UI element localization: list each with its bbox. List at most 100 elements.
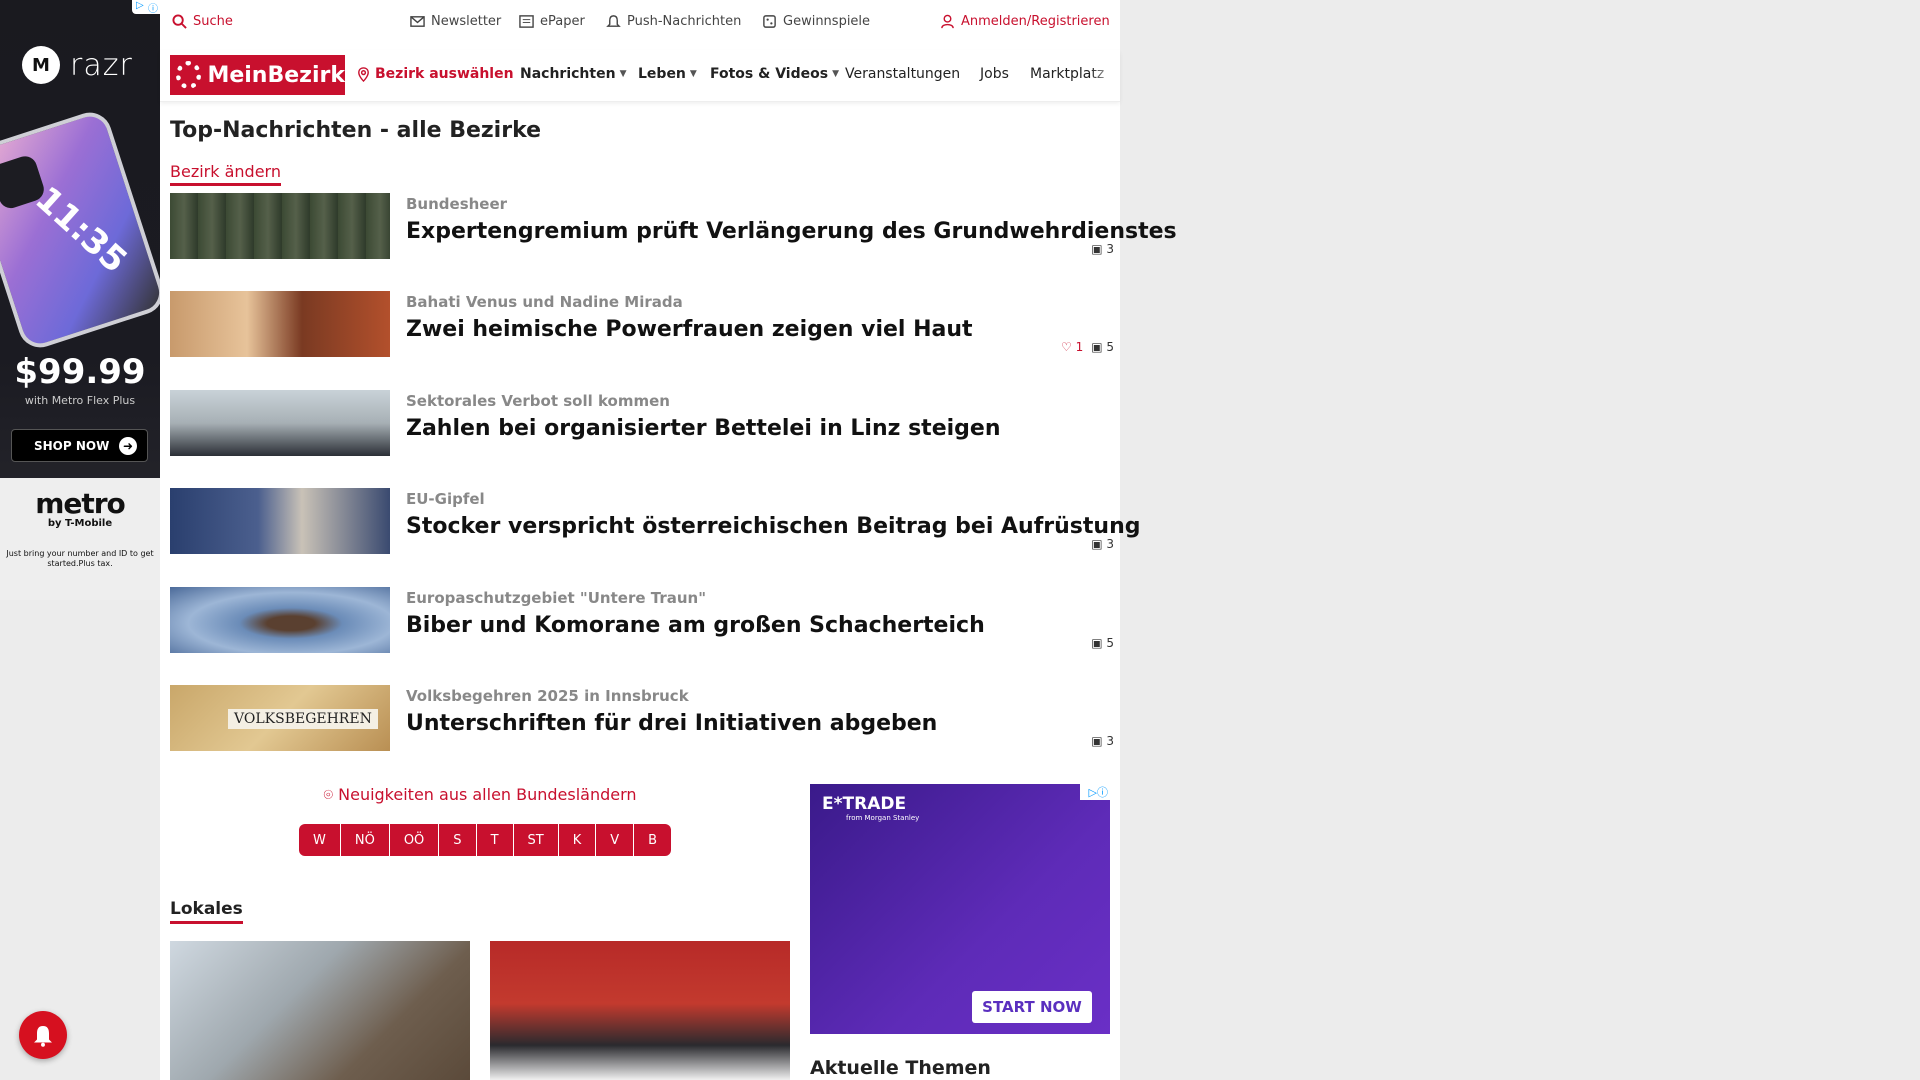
article-headline[interactable]: Zwei heimische Powerfrauen zeigen viel H…	[406, 317, 973, 342]
etrade-sub: from Morgan Stanley	[846, 814, 920, 822]
gewinnspiele-link[interactable]: Gewinnspiele	[762, 14, 870, 29]
nav-jobs[interactable]: Jobs	[980, 66, 1009, 82]
shop-now-label: SHOP NOW	[34, 438, 110, 453]
media-badge: ♡ 1 ▣ 5	[1054, 337, 1120, 357]
location-pin-icon: ⌾	[323, 785, 339, 804]
region-v[interactable]: V	[596, 824, 635, 856]
article-item[interactable]: ▣ 3 EU-Gipfel Stocker verspricht österre…	[170, 488, 1140, 554]
nav-fotos-videos[interactable]: Fotos & Videos ▼	[710, 66, 839, 82]
like-count-value: 1	[1075, 340, 1084, 354]
newspaper-icon	[519, 15, 534, 28]
image-count: ▣ 5	[1091, 340, 1114, 354]
nav-veranstaltungen[interactable]: Veranstaltungen	[845, 66, 960, 82]
adchoices-icon[interactable]: ▷ⓘ	[132, 0, 160, 15]
shop-now-button[interactable]: SHOP NOW ➜	[11, 429, 148, 462]
region-w[interactable]: W	[299, 824, 341, 856]
article-item[interactable]: ♡ 1 ▣ 5 Bahati Venus und Nadine Mirada Z…	[170, 291, 1120, 357]
article-thumbnail	[170, 291, 390, 357]
ad-brand: M razr	[22, 46, 133, 84]
user-icon	[941, 14, 954, 29]
newsletter-link[interactable]: Newsletter	[410, 14, 501, 29]
epaper-link[interactable]: ePaper	[519, 14, 585, 29]
lokales-heading: Lokales	[170, 899, 243, 924]
article-thumbnail	[170, 488, 390, 554]
article-headline[interactable]: Unterschriften für drei Initiativen abge…	[406, 711, 937, 736]
image-count-value: 3	[1106, 242, 1114, 256]
ad-fine-print: Just bring your number and ID to get sta…	[6, 549, 154, 568]
page-title: Top-Nachrichten - alle Bezirke	[170, 118, 542, 143]
region-t[interactable]: T	[477, 824, 514, 856]
nav-label: Jobs	[980, 66, 1009, 82]
bezirk-select[interactable]: Bezirk auswählen	[356, 66, 514, 82]
push-label: Push-Nachrichten	[627, 14, 742, 29]
article-headline[interactable]: Zahlen bei organisierter Bettelei in Lin…	[406, 416, 1000, 441]
metro-logo: metro	[35, 487, 126, 520]
login-label: Anmelden/Registrieren	[961, 14, 1110, 29]
etrade-logo: E*TRADE	[822, 794, 907, 814]
ad-subtitle: with Metro Flex Plus	[24, 394, 136, 407]
media-badge: ▣ 5	[1085, 633, 1120, 653]
article-headline[interactable]: Stocker verspricht österreichischen Beit…	[406, 514, 1140, 539]
dice-icon	[763, 15, 776, 28]
ad-brand-name: razr	[70, 47, 133, 83]
notification-bell-button[interactable]	[19, 1011, 67, 1059]
gallery-icon: ▣	[1091, 734, 1107, 748]
adchoices-icon[interactable]: ▷ⓘ	[1080, 784, 1110, 800]
region-k[interactable]: K	[559, 824, 597, 856]
utility-bar: Suche Newsletter ePaper Push-Nachrichten…	[160, 0, 1120, 46]
lokales-card[interactable]	[170, 941, 470, 1080]
image-count-value: 3	[1106, 734, 1114, 748]
bezirk-label: Bezirk auswählen	[375, 66, 514, 82]
image-count-value: 5	[1106, 340, 1114, 354]
region-b[interactable]: B	[634, 824, 671, 856]
epaper-label: ePaper	[540, 14, 585, 29]
motorola-logo-icon: M	[22, 46, 60, 84]
article-item[interactable]: Sektorales Verbot soll kommen Zahlen bei…	[170, 390, 1120, 456]
gallery-icon: ▣	[1091, 242, 1107, 256]
article-item[interactable]: VOLKSBEGEHREN ▣ 3 Volksbegehren 2025 in …	[170, 685, 1120, 751]
start-now-button[interactable]: START NOW	[972, 991, 1092, 1023]
phone-clock: 11:35	[27, 179, 135, 282]
ad-phone-image: 11:35	[0, 106, 160, 354]
region-buttons: W NÖ OÖ S T ST K V B	[299, 824, 672, 856]
media-badge: ▣ 3	[1085, 731, 1120, 751]
article-headline[interactable]: Biber und Komorane am großen Schachertei…	[406, 613, 985, 638]
site-logo[interactable]: MeinBezirk	[170, 55, 345, 95]
article-kicker: Bundesheer	[406, 195, 508, 213]
main-column: Suche Newsletter ePaper Push-Nachrichten…	[160, 0, 1177, 1080]
nav-label: Leben	[638, 66, 686, 82]
nav-leben[interactable]: Leben ▼	[638, 66, 697, 82]
gallery-icon: ▣	[1091, 340, 1107, 354]
login-link[interactable]: Anmelden/Registrieren	[940, 14, 1110, 29]
region-st[interactable]: ST	[514, 824, 559, 856]
nav-label: Nachrichten	[520, 66, 616, 82]
search-label: Suche	[193, 14, 233, 29]
regions-title[interactable]: ⌾ Neuigkeiten aus allen Bundesländern	[320, 785, 640, 805]
article-item[interactable]: ▣ 3 Bundesheer Expertengremium prüft Ver…	[170, 193, 1177, 259]
region-s[interactable]: S	[439, 824, 477, 856]
nav-nachrichten[interactable]: Nachrichten ▼	[520, 66, 626, 82]
metro-box: metro by T-Mobile Just bring your number…	[0, 478, 160, 600]
change-district-link[interactable]: Bezirk ändern	[170, 162, 281, 186]
gallery-icon: ▣	[1091, 636, 1107, 650]
thumbnail-caption: VOLKSBEGEHREN	[228, 709, 378, 729]
region-ooe[interactable]: OÖ	[390, 824, 440, 856]
push-link[interactable]: Push-Nachrichten	[606, 14, 741, 29]
article-item[interactable]: ▣ 5 Europaschutzgebiet "Untere Traun" Bi…	[170, 587, 1120, 653]
newsletter-label: Newsletter	[431, 14, 502, 29]
article-headline[interactable]: Expertengremium prüft Verlängerung des G…	[406, 219, 1177, 244]
like-count: ♡ 1	[1061, 340, 1083, 354]
nav-label: Veranstaltungen	[845, 66, 961, 82]
image-count: ▣ 5	[1091, 636, 1114, 650]
skyscraper-ad[interactable]: ▷ ⓘ M razr 11:35 $99.99 with Metro Flex P…	[0, 0, 160, 600]
etrade-ad[interactable]: E*TRADE from Morgan Stanley ▷ⓘ START NOW	[810, 784, 1110, 1034]
image-count: ▣ 3	[1091, 242, 1114, 256]
region-noe[interactable]: NÖ	[341, 824, 390, 856]
ad-price: $99.99	[14, 352, 146, 392]
bell-icon	[606, 15, 621, 27]
bell-icon	[34, 1026, 52, 1047]
lokales-card[interactable]	[490, 941, 790, 1080]
article-thumbnail	[170, 390, 390, 456]
search-link[interactable]: Suche	[172, 14, 233, 29]
image-count: ▣ 3	[1091, 734, 1114, 748]
